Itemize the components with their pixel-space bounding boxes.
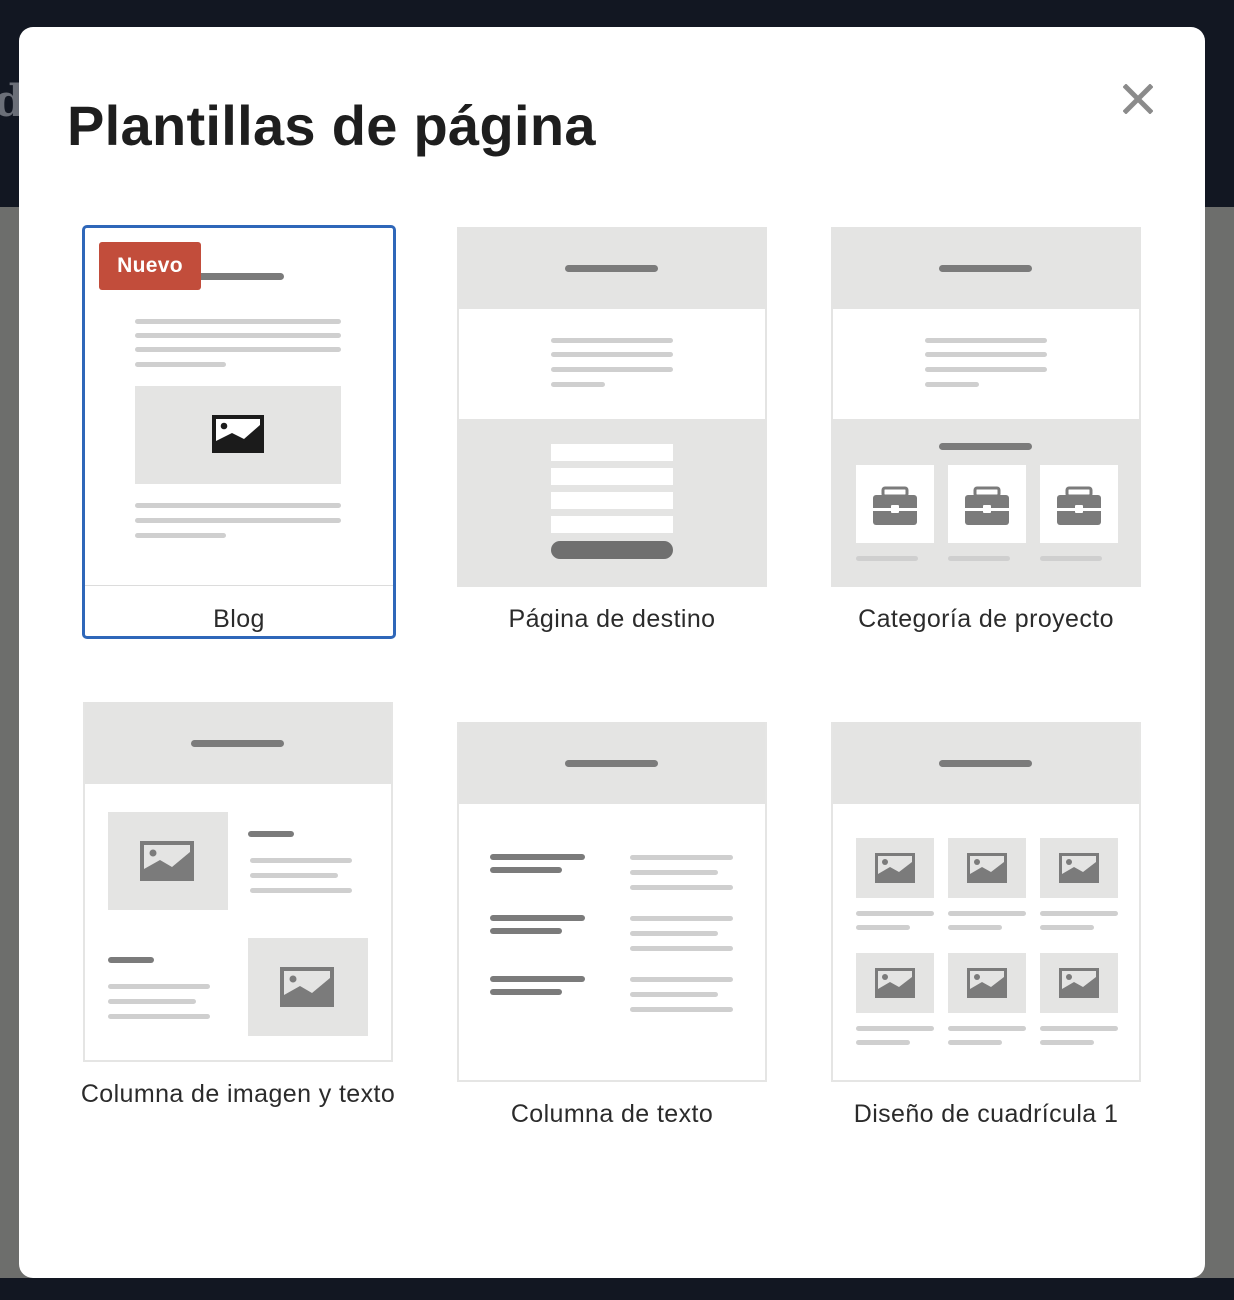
template-thumbnail-blog: Nuevo xyxy=(84,227,394,587)
background-bottombar xyxy=(0,1278,1234,1300)
template-label-grid-layout: Diseño de cuadrícula 1 xyxy=(853,1100,1119,1128)
new-badge: Nuevo xyxy=(99,242,201,290)
template-label-image-text-column: Columna de imagen y texto xyxy=(80,1080,396,1108)
template-thumbnail-landing-page xyxy=(457,227,767,587)
template-label-blog: Blog xyxy=(213,605,265,633)
template-thumbnail-text-column xyxy=(457,722,767,1082)
close-icon xyxy=(1123,84,1153,114)
close-button[interactable] xyxy=(1116,77,1160,121)
template-label-text-column: Columna de texto xyxy=(510,1100,714,1128)
template-thumbnail-grid-layout xyxy=(831,722,1141,1082)
template-label-project-category: Categoría de proyecto xyxy=(858,605,1114,633)
template-label-landing-page: Página de destino xyxy=(508,605,716,633)
card-divider xyxy=(84,585,394,586)
template-thumbnail-project-category xyxy=(831,227,1141,587)
template-thumbnail-image-text-column xyxy=(83,702,393,1062)
page-templates-modal: Plantillas de página Nuevo Blog Página d… xyxy=(19,27,1205,1278)
modal-title: Plantillas de página xyxy=(67,94,596,157)
